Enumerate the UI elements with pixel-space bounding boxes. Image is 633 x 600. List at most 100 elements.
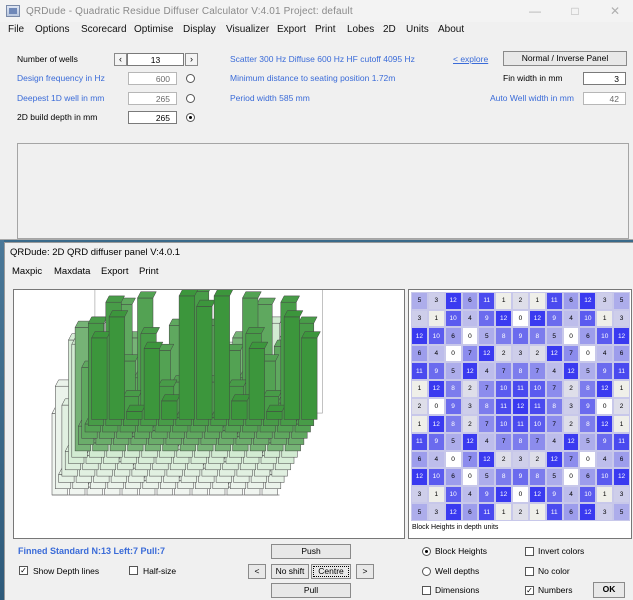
diffuser-block xyxy=(161,400,178,420)
deep-input[interactable]: 265 xyxy=(128,92,177,105)
grid-cell: 2 xyxy=(411,397,428,416)
grid-cell: 12 xyxy=(613,468,630,486)
close-button[interactable]: ✕ xyxy=(601,3,629,19)
grid-cell: 6 xyxy=(461,503,479,521)
maximize-button[interactable]: □ xyxy=(561,3,589,19)
min-distance-info: Minimum distance to seating position 1.7… xyxy=(230,73,396,83)
grid-cell: 11 xyxy=(545,503,563,521)
shift-left-button[interactable]: < xyxy=(248,564,266,579)
freq-radio[interactable] xyxy=(186,74,195,83)
grid-cell: 5 xyxy=(444,432,462,451)
auto-well-input[interactable]: 42 xyxy=(583,92,626,105)
diffuser-block-top xyxy=(91,331,111,339)
grid-cell: 2 xyxy=(562,415,580,433)
menu-options[interactable]: Options xyxy=(35,24,69,35)
menu-bar: File Options Scorecard Optimise Display … xyxy=(0,22,633,38)
menu-2d[interactable]: 2D xyxy=(383,24,396,35)
3d-diffuser-canvas xyxy=(51,272,323,496)
panel-menu-export[interactable]: Export xyxy=(101,266,128,277)
panel-menu-maxpic[interactable]: Maxpic xyxy=(12,266,42,277)
grid-cell: 9 xyxy=(444,397,462,416)
invert-colors-label: Invert colors xyxy=(538,546,585,556)
freq-input[interactable]: 600 xyxy=(128,72,177,85)
push-button[interactable]: Push xyxy=(271,544,351,559)
grid-cell: 4 xyxy=(478,362,496,381)
explore-link[interactable]: < explore xyxy=(453,54,488,64)
show-depth-lines-checkbox[interactable]: ✓ xyxy=(19,566,28,575)
grid-cell: 8 xyxy=(512,362,529,381)
invert-colors-checkbox[interactable] xyxy=(525,547,534,556)
grid-cell: 3 xyxy=(512,344,529,363)
diffuser-block xyxy=(301,337,318,420)
grid-cell: 1 xyxy=(411,415,428,433)
fin-input[interactable]: 3 xyxy=(583,72,626,85)
grid-cell: 12 xyxy=(512,397,529,416)
centre-button[interactable]: Centre xyxy=(311,564,351,579)
panel-menu-print[interactable]: Print xyxy=(139,266,159,277)
window-title: QRDude - Quadratic Residue Diffuser Calc… xyxy=(26,6,353,17)
grid-cell: 12 xyxy=(427,415,445,433)
diffuser-block-top xyxy=(108,310,129,318)
block-heights-grid: 5 3 12 6 11 1 2 1 11 6 12 3 5 3 1 10 4 9 12 0 12 9 4 10 1 3 12 10 6 0… xyxy=(411,292,630,521)
grid-cell: 0 xyxy=(461,327,479,345)
diffuser-block-top xyxy=(231,394,251,402)
normal-inverse-panel-button[interactable]: Normal / Inverse Panel xyxy=(503,51,627,66)
diffuser-block-top xyxy=(87,316,108,324)
numbers-checkbox[interactable]: ✓ xyxy=(525,586,534,595)
app-icon xyxy=(6,5,20,17)
grid-cell: 1 xyxy=(613,415,630,433)
grid-cell: 11 xyxy=(478,292,496,310)
no-color-checkbox[interactable] xyxy=(525,567,534,576)
grid-cell: 6 xyxy=(613,344,630,363)
grid-cell: 6 xyxy=(579,468,597,486)
build-radio[interactable] xyxy=(186,113,195,122)
grid-cell: 9 xyxy=(512,468,529,486)
grid-cell: 6 xyxy=(461,292,479,310)
grid-cell: 8 xyxy=(528,327,546,345)
well-depths-radio[interactable] xyxy=(422,567,431,576)
grid-cell: 2 xyxy=(512,292,529,310)
menu-export[interactable]: Export xyxy=(277,24,306,35)
shift-right-button[interactable]: > xyxy=(356,564,374,579)
wells-increment-button[interactable]: › xyxy=(185,53,198,66)
grid-cell: 8 xyxy=(495,327,513,345)
dimensions-label: Dimensions xyxy=(435,585,480,595)
diffuser-block-top xyxy=(248,341,269,349)
wells-decrement-button[interactable]: ‹ xyxy=(114,53,127,66)
dimensions-checkbox[interactable] xyxy=(422,586,431,595)
grid-cell: 6 xyxy=(411,344,428,363)
auto-well-label: Auto Well width in mm xyxy=(490,93,574,103)
grid-cell: 7 xyxy=(528,432,546,451)
wells-input[interactable]: 13 xyxy=(127,53,184,66)
wells-label: Number of wells xyxy=(17,54,78,64)
grid-cell: 8 xyxy=(495,468,513,486)
no-shift-button[interactable]: No shift xyxy=(271,564,309,579)
menu-visualizer[interactable]: Visualizer xyxy=(226,24,269,35)
grid-cell: 11 xyxy=(411,362,428,381)
menu-about[interactable]: About xyxy=(438,24,464,35)
menu-units[interactable]: Units xyxy=(406,24,429,35)
3d-diffuser-view[interactable] xyxy=(13,272,405,539)
grid-cell: 5 xyxy=(444,362,462,381)
minimize-button[interactable]: — xyxy=(521,3,549,19)
half-size-checkbox[interactable] xyxy=(129,566,138,575)
grid-cell: 12 xyxy=(528,309,546,328)
panel-menu-maxdata[interactable]: Maxdata xyxy=(54,266,90,277)
menu-scorecard[interactable]: Scorecard xyxy=(81,24,127,35)
pull-button[interactable]: Pull xyxy=(271,583,351,598)
grid-cell: 2 xyxy=(562,380,580,398)
menu-print[interactable]: Print xyxy=(315,24,336,35)
diffuser-block-top xyxy=(143,341,164,349)
menu-lobes[interactable]: Lobes xyxy=(347,24,374,35)
menu-file[interactable]: File xyxy=(8,24,24,35)
block-heights-radio[interactable] xyxy=(422,547,431,556)
ok-button[interactable]: OK xyxy=(593,582,625,598)
build-input[interactable]: 265 xyxy=(128,111,177,124)
grid-cell: 12 xyxy=(562,362,580,381)
menu-optimise[interactable]: Optimise xyxy=(134,24,173,35)
grid-cell: 6 xyxy=(411,450,428,469)
diffuser-block-top xyxy=(245,327,266,334)
deep-radio[interactable] xyxy=(186,94,195,103)
grid-cell: 10 xyxy=(495,380,513,398)
menu-display[interactable]: Display xyxy=(183,24,216,35)
